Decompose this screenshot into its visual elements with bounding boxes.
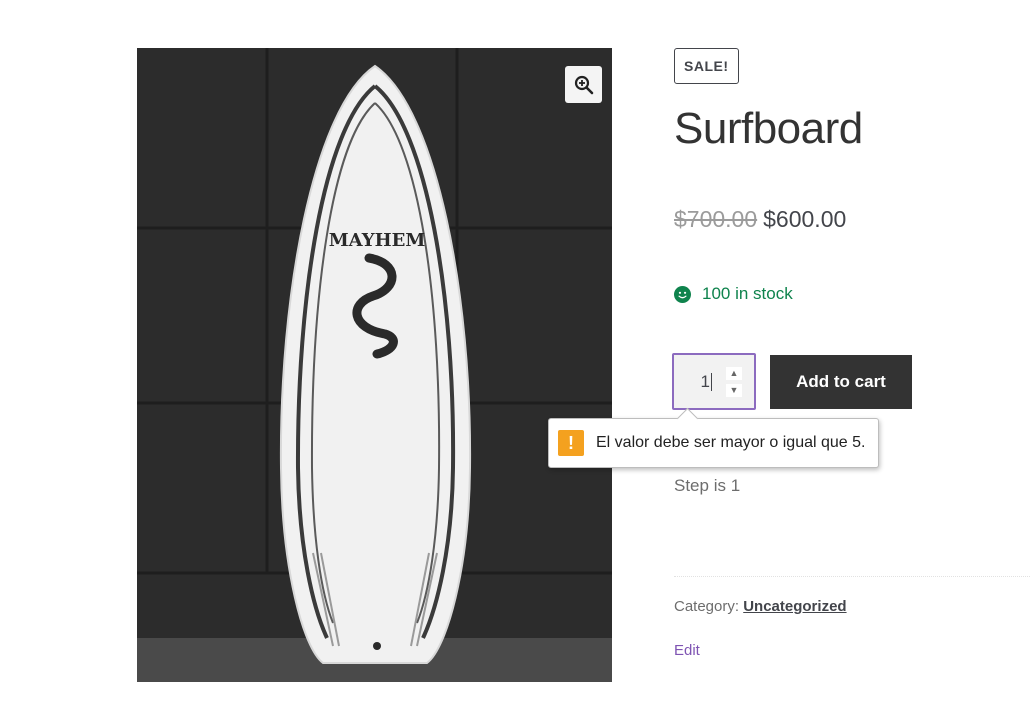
regular-price: $700.00 [674, 206, 758, 232]
sale-badge: SALE! [674, 48, 739, 84]
step-text: Step is 1 [674, 476, 741, 495]
stock-status: 100 in stock [674, 284, 793, 304]
add-to-cart-button[interactable]: Add to cart [770, 355, 912, 409]
surfboard-photo: MAYHEM [137, 48, 612, 682]
category-label: Category: [674, 598, 740, 615]
smiley-icon [674, 285, 691, 303]
stock-text: 100 in stock [702, 284, 793, 303]
zoom-button[interactable] [565, 66, 602, 103]
text-caret [711, 372, 712, 391]
sale-price: $600.00 [763, 206, 847, 232]
quantity-stepper[interactable]: ▲ ▼ [726, 367, 742, 397]
validation-tooltip: ! El valor debe ser mayor o igual que 5. [548, 418, 879, 468]
quantity-input[interactable]: 1 ▲ ▼ [672, 353, 756, 410]
price: $700.00 $600.00 [674, 206, 846, 233]
divider [674, 576, 1030, 577]
edit-link[interactable]: Edit [674, 642, 700, 659]
magnifier-plus-icon [574, 75, 593, 94]
warning-icon: ! [558, 430, 584, 456]
validation-message: El valor debe ser mayor o igual que 5. [596, 434, 866, 451]
product-title: Surfboard [674, 104, 863, 153]
board-logo: MAYHEM [329, 230, 426, 251]
category-link[interactable]: Uncategorized [743, 598, 846, 615]
increment-arrow-icon[interactable]: ▲ [726, 367, 742, 380]
product-category: Category: Uncategorized [674, 598, 847, 615]
quantity-value[interactable]: 1 [674, 372, 710, 392]
product-page: MAYHEM SALE! Surfboard $700.00 $600.00 1… [0, 0, 1030, 727]
decrement-arrow-icon[interactable]: ▼ [726, 384, 742, 397]
product-image[interactable]: MAYHEM [137, 48, 612, 682]
